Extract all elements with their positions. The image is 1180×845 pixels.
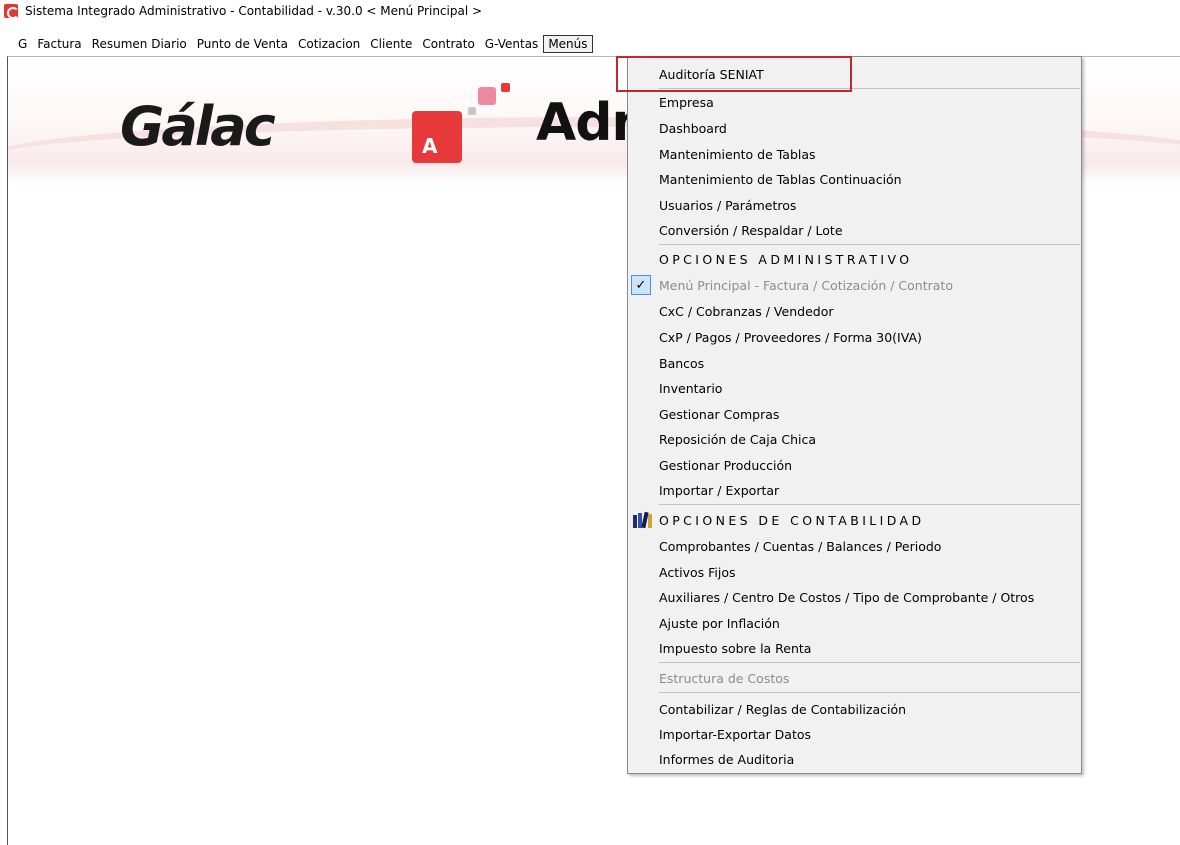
title-bar: Sistema Integrado Administrativo - Conta… (0, 0, 1180, 22)
menu-item-menu-principal[interactable]: Menú Principal - Factura / Cotización / … (628, 273, 1081, 298)
menu-item-mantenimiento-tablas-continuacion[interactable]: Mantenimiento de Tablas Continuación (628, 167, 1081, 192)
menu-item-dashboard[interactable]: Dashboard (628, 116, 1081, 141)
menu-g[interactable]: G (13, 35, 32, 53)
menu-separator (659, 692, 1080, 693)
admin-logo-dot (501, 83, 510, 92)
menu-item-gestionar-produccion[interactable]: Gestionar Producción (628, 453, 1081, 478)
menu-item-comprobantes[interactable]: Comprobantes / Cuentas / Balances / Peri… (628, 534, 1081, 559)
menu-cotizacion[interactable]: Cotizacion (293, 35, 365, 53)
menu-item-importar-exportar[interactable]: Importar / Exportar (628, 478, 1081, 503)
section-opciones-administrativo[interactable]: OPCIONES ADMINISTRATIVO (628, 247, 1081, 272)
menu-item-auxiliares[interactable]: Auxiliares / Centro De Costos / Tipo de … (628, 585, 1081, 610)
menu-item-activos-fijos[interactable]: Activos Fijos (628, 560, 1081, 585)
menu-item-cxp-pagos[interactable]: CxP / Pagos / Proveedores / Forma 30(IVA… (628, 325, 1081, 350)
window-title: Sistema Integrado Administrativo - Conta… (25, 4, 483, 18)
menu-item-mantenimiento-tablas[interactable]: Mantenimiento de Tablas (628, 142, 1081, 167)
menu-item-empresa[interactable]: Empresa (628, 90, 1081, 115)
menu-factura[interactable]: Factura (32, 35, 86, 53)
menu-g-ventas[interactable]: G-Ventas (480, 35, 544, 53)
menu-contrato[interactable]: Contrato (417, 35, 479, 53)
menu-item-estructura-costos[interactable]: Estructura de Costos (628, 666, 1081, 691)
menu-resumen-diario[interactable]: Resumen Diario (87, 35, 192, 53)
menu-item-contabilizar[interactable]: Contabilizar / Reglas de Contabilización (628, 697, 1081, 722)
menu-separator (659, 504, 1080, 505)
menu-item-impuesto-renta[interactable]: Impuesto sobre la Renta (628, 636, 1081, 661)
menu-item-inventario[interactable]: Inventario (628, 376, 1081, 401)
menu-item-informes-auditoria[interactable]: Informes de Auditoria (628, 747, 1081, 772)
menu-bar: G Factura Resumen Diario Punto de Venta … (0, 33, 1180, 55)
menu-item-cxc-cobranzas[interactable]: CxC / Cobranzas / Vendedor (628, 299, 1081, 324)
menu-cliente[interactable]: Cliente (365, 35, 417, 53)
menus-dropdown: Auditoría SENIAT Empresa Dashboard Mante… (627, 56, 1082, 774)
menu-item-reposicion-caja-chica[interactable]: Reposición de Caja Chica (628, 427, 1081, 452)
admin-logo-dot (468, 107, 476, 115)
section-opciones-contabilidad[interactable]: OPCIONES DE CONTABILIDAD (628, 508, 1081, 533)
menu-item-importar-exportar-datos[interactable]: Importar-Exportar Datos (628, 722, 1081, 747)
admin-logo-letter: A (422, 134, 438, 158)
galac-logo: Gálac (120, 95, 276, 158)
menu-item-conversion-respaldar-lote[interactable]: Conversión / Respaldar / Lote (628, 218, 1081, 243)
highlight-annotation (616, 56, 852, 92)
menu-punto-de-venta[interactable]: Punto de Venta (192, 35, 293, 53)
menu-item-gestionar-compras[interactable]: Gestionar Compras (628, 402, 1081, 427)
menu-item-bancos[interactable]: Bancos (628, 351, 1081, 376)
menu-item-usuarios-parametros[interactable]: Usuarios / Parámetros (628, 193, 1081, 218)
menu-menus[interactable]: Menús (543, 35, 593, 53)
admin-logo-icon: A (412, 111, 462, 163)
app-icon (4, 4, 19, 19)
menu-separator (659, 244, 1080, 245)
menu-separator (659, 662, 1080, 663)
admin-logo-dot (478, 87, 496, 105)
menu-item-ajuste-inflacion[interactable]: Ajuste por Inflación (628, 611, 1081, 636)
